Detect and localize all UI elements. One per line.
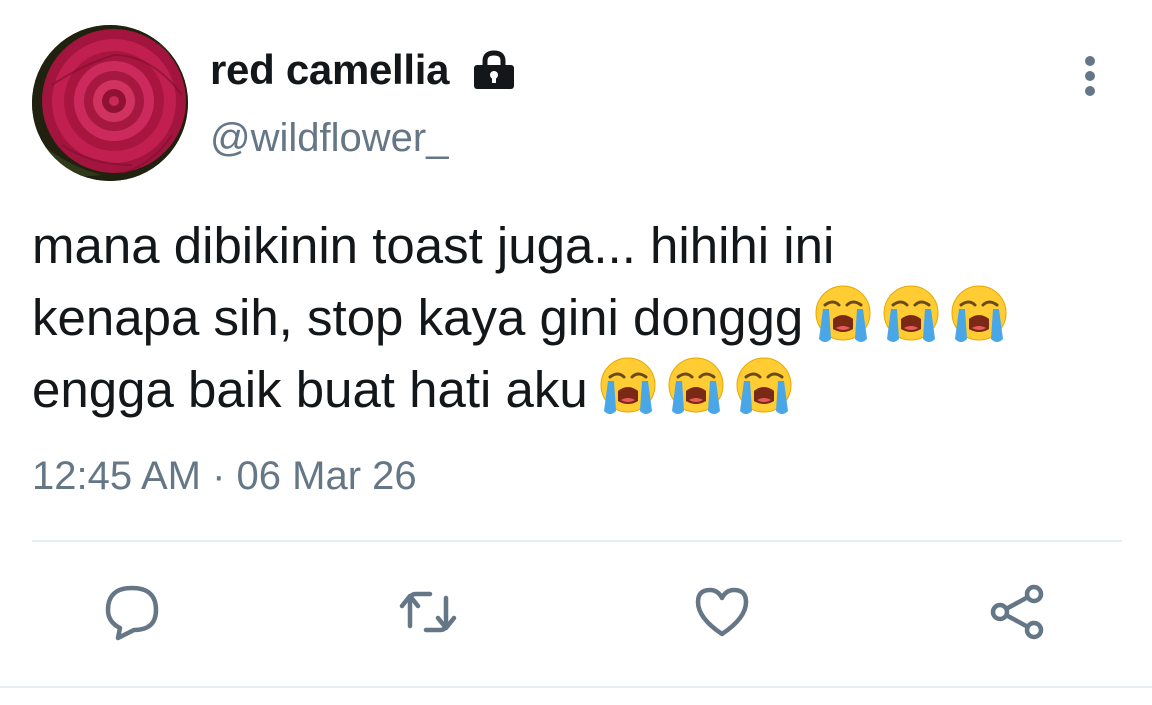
tweet-line-3: engga baik buat hati aku — [32, 361, 588, 418]
loudly-crying-face-icon — [811, 283, 875, 347]
display-name[interactable]: red camellia — [210, 46, 450, 94]
bottom-divider — [0, 686, 1152, 688]
divider — [32, 540, 1122, 542]
tweet-timestamp[interactable]: 12:45 AM · 06 Mar 26 — [32, 454, 417, 499]
lock-icon — [471, 50, 517, 90]
user-handle[interactable]: @wildflower_ — [210, 116, 448, 161]
tweet-line-2: kenapa sih, stop kaya gini donggg — [32, 289, 804, 346]
share-icon — [990, 584, 1044, 640]
tweet-line-1: mana dibikinin toast juga... hihihi ini — [32, 217, 835, 274]
reply-button[interactable] — [102, 582, 162, 642]
emoji-group-1 — [811, 283, 1015, 347]
display-name-row: red camellia — [210, 44, 517, 96]
like-icon — [695, 587, 749, 637]
more-options-button[interactable] — [1070, 54, 1110, 98]
avatar[interactable] — [32, 25, 188, 181]
loudly-crying-face-icon — [664, 355, 728, 419]
loudly-crying-face-icon — [947, 283, 1011, 347]
loudly-crying-face-icon — [732, 355, 796, 419]
emoji-group-2 — [596, 355, 800, 419]
like-button[interactable] — [692, 582, 752, 642]
tweet-text: mana dibikinin toast juga... hihihi ini … — [32, 210, 1142, 426]
loudly-crying-face-icon — [596, 355, 660, 419]
share-button[interactable] — [986, 582, 1046, 642]
retweet-button[interactable] — [398, 582, 458, 642]
vertical-ellipsis-icon — [1085, 56, 1095, 96]
retweet-icon — [399, 591, 457, 633]
reply-icon — [105, 585, 159, 641]
loudly-crying-face-icon — [879, 283, 943, 347]
camellia-avatar-image — [32, 25, 188, 181]
